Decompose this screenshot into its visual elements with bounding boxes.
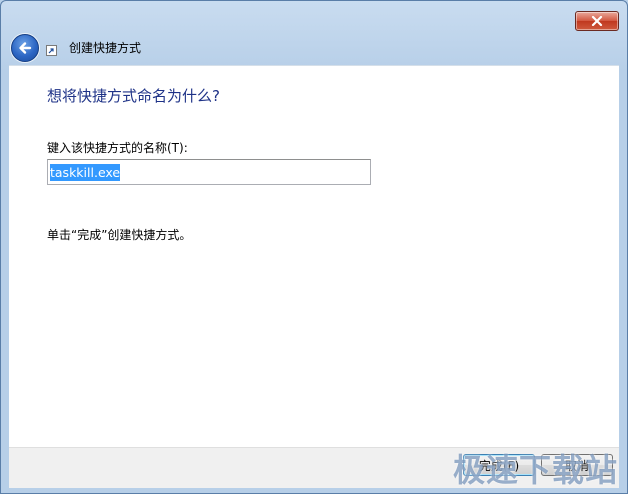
wizard-window: 创建快捷方式 想将快捷方式命名为什么? 键入该快捷方式的名称(T): taskk… [0, 0, 628, 494]
shortcut-name-value: taskkill.exe [50, 163, 121, 181]
page-heading: 想将快捷方式命名为什么? [47, 87, 220, 105]
back-arrow-icon [19, 42, 32, 54]
shortcut-icon [46, 45, 57, 56]
shortcut-name-input[interactable]: taskkill.exe [47, 159, 371, 185]
navigation-bar: 创建快捷方式 [9, 33, 409, 62]
watermark: 极速下载站 [453, 451, 619, 489]
finish-hint: 单击“完成”创建快捷方式。 [47, 228, 192, 242]
wizard-content: 想将快捷方式命名为什么? 键入该快捷方式的名称(T): taskkill.exe… [9, 65, 619, 448]
shortcut-name-label: 键入该快捷方式的名称(T): [47, 141, 188, 155]
close-button[interactable] [575, 11, 619, 31]
close-icon [591, 16, 603, 26]
back-button[interactable] [11, 34, 39, 62]
window-title: 创建快捷方式 [69, 41, 142, 55]
